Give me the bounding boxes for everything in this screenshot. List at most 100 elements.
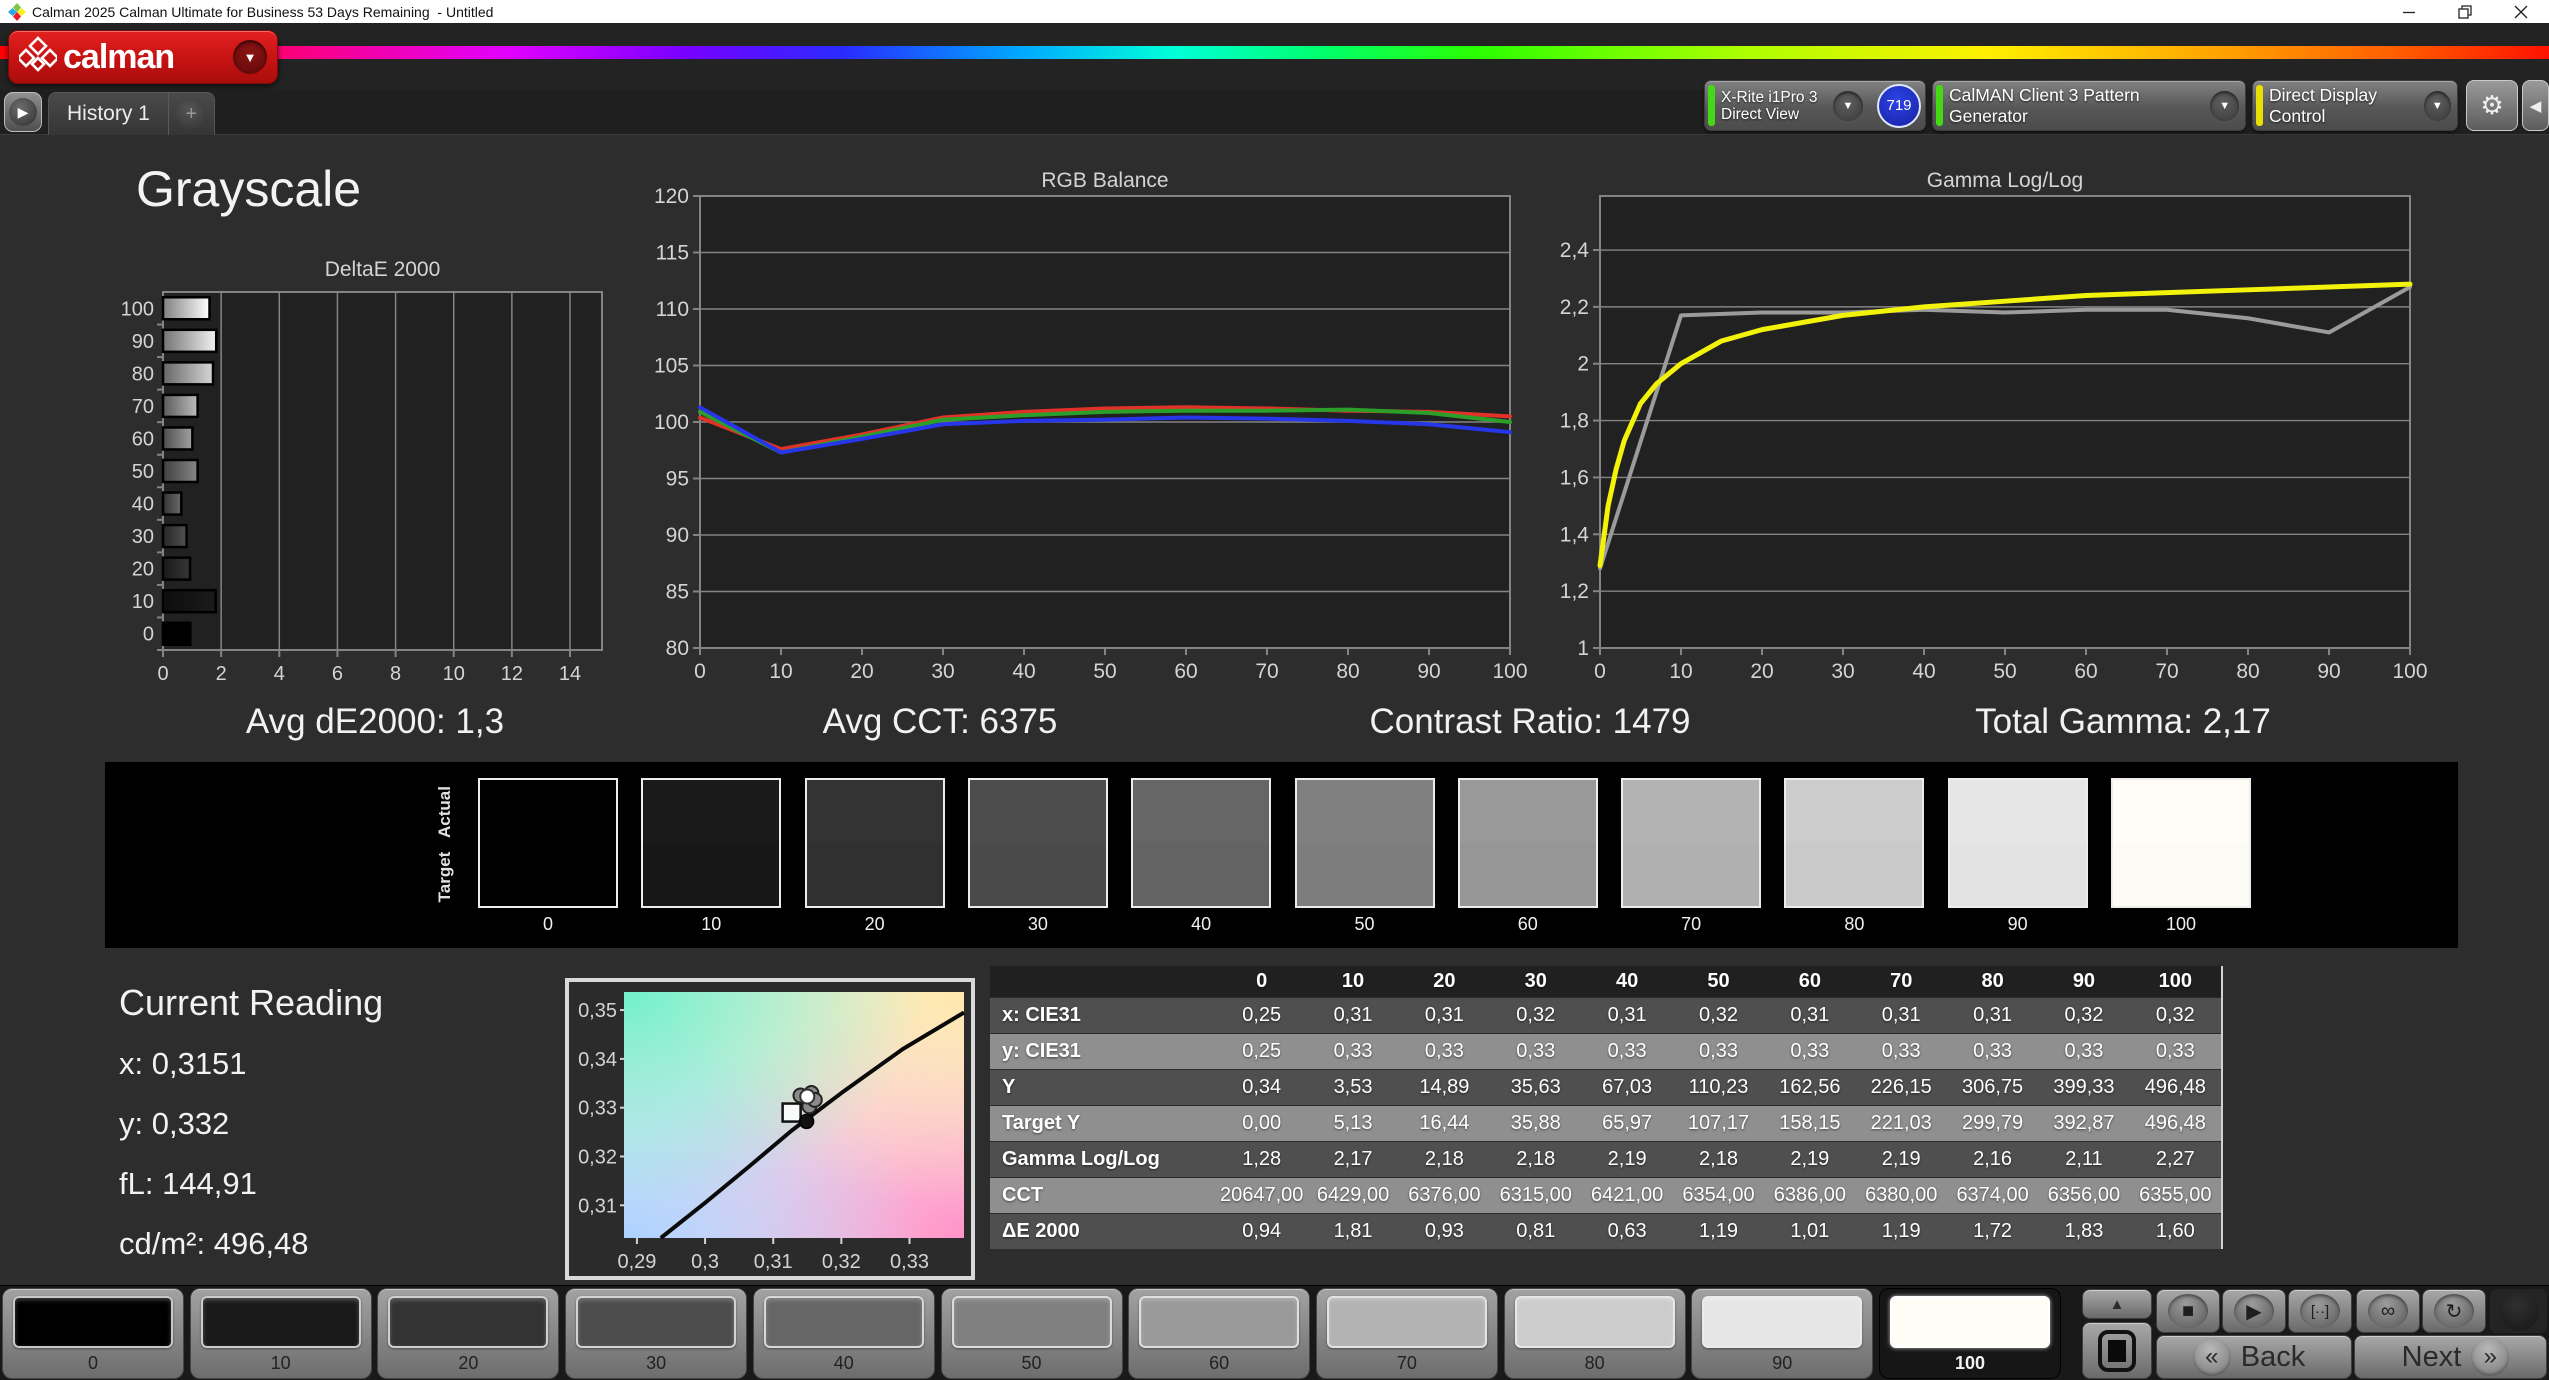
table-cell: 0,63 [1607, 1220, 1647, 1242]
row-label: y: CIE31 [1002, 1040, 1081, 1062]
chevron-down-icon: ▼ [1833, 90, 1863, 121]
svg-text:0,31: 0,31 [754, 1251, 793, 1273]
column-header: 70 [1890, 970, 1913, 992]
next-button[interactable]: Next » [2354, 1335, 2547, 1379]
pattern-level-label: 40 [833, 1353, 854, 1373]
cie-overlay: 0,31 0,32 0,33 0,34 0,35 0,29 0,3 0,31 0,32 0,33 [578, 1000, 966, 1273]
pattern-level-bar: ▲ ■ ▶ [··] ∞ ↻ « Back Next » 0 10 20 30 … [0, 1285, 2549, 1380]
svg-text:0,33: 0,33 [890, 1251, 929, 1273]
pattern-level-button-20[interactable]: 20 [377, 1288, 560, 1379]
swatch-level-label: 70 [1681, 914, 1702, 934]
pattern-swatch [200, 1296, 361, 1348]
table-cell: 35,63 [1510, 1076, 1561, 1098]
pattern-level-button-60[interactable]: 60 [1128, 1288, 1311, 1379]
pattern-level-button-10[interactable]: 10 [189, 1288, 372, 1379]
actual-swatch [1133, 780, 1270, 843]
target-swatch [1623, 843, 1760, 906]
record-indicator-button[interactable] [2490, 1289, 2547, 1333]
continuous-measure-button[interactable]: ∞ [2356, 1289, 2420, 1333]
actual-label: Actual [435, 786, 454, 838]
table-cell: 0,33 [1333, 1040, 1373, 1062]
table-cell: 65,97 [1602, 1112, 1653, 1134]
pattern-level-button-40[interactable]: 40 [752, 1288, 935, 1379]
chevron-down-icon: ▼ [233, 40, 267, 74]
add-tab-button[interactable]: + [167, 93, 214, 135]
svg-text:0,3: 0,3 [691, 1251, 719, 1273]
svg-text:90: 90 [132, 331, 154, 353]
pattern-swatch [576, 1296, 737, 1348]
column-header: 80 [1981, 970, 2004, 992]
back-button[interactable]: « Back [2156, 1335, 2352, 1379]
svg-text:0,33: 0,33 [578, 1098, 617, 1120]
table-row: x: CIE31 0,25 0,31 0,31 0,32 0,31 0,32 0,31 0,31… [990, 997, 2221, 1033]
stat-avg-cct: Avg CCT: 6375 [822, 702, 1058, 741]
svg-text:50: 50 [1093, 660, 1116, 683]
pattern-level-button-80[interactable]: 80 [1503, 1288, 1686, 1379]
pattern-swatch [13, 1296, 173, 1348]
target-label: Target [435, 851, 454, 903]
refresh-icon: ↻ [2434, 1294, 2474, 1328]
table-cell: 0,32 [2155, 1004, 2195, 1026]
table-cell: 0,32 [2064, 1004, 2104, 1026]
actual-swatch [2113, 780, 2249, 843]
close-icon[interactable] [2493, 0, 2549, 23]
svg-text:1: 1 [1577, 637, 1589, 660]
svg-text:RGB Balance: RGB Balance [1041, 169, 1168, 192]
single-measure-button[interactable]: ▶ [2222, 1289, 2286, 1333]
table-cell: 0,94 [1242, 1220, 1282, 1242]
actual-swatch [1786, 780, 1923, 843]
calman-menu-button[interactable]: calman ▼ [8, 30, 278, 84]
svg-text:95: 95 [666, 468, 689, 491]
table-cell: 0,93 [1424, 1220, 1464, 1242]
table-cell: 1,01 [1790, 1220, 1830, 1242]
svg-text:1,2: 1,2 [1560, 580, 1589, 603]
table-cell: 0,33 [1790, 1040, 1830, 1062]
table-cell: 35,88 [1510, 1112, 1561, 1134]
stop-measure-button[interactable]: ■ [2156, 1289, 2220, 1333]
meter-dropdown[interactable]: X-Rite i1Pro 3 Direct View ▼ 719 [1704, 80, 1926, 131]
pattern-swatch [1139, 1296, 1300, 1348]
svg-text:100: 100 [655, 411, 689, 434]
table-cell: 110,23 [1688, 1076, 1749, 1098]
table-cell: 0,00 [1242, 1112, 1282, 1134]
tab-history-1[interactable]: History 1 + [48, 92, 215, 135]
table-cell: 0,34 [1242, 1076, 1282, 1098]
pattern-generator-dropdown[interactable]: CalMAN Client 3 Pattern Generator ▼ [1932, 80, 2246, 131]
pattern-level-button-90[interactable]: 90 [1691, 1288, 1874, 1379]
infinity-icon: ∞ [2368, 1294, 2408, 1328]
chevron-down-icon: ▼ [2210, 90, 2239, 121]
gear-icon: ⚙ [2480, 90, 2504, 120]
collapse-panel-button[interactable]: ◀ [2522, 80, 2549, 131]
minimize-button[interactable] [2381, 0, 2437, 23]
pattern-window-button[interactable] [2082, 1322, 2152, 1379]
double-chevron-left-icon: « [2192, 1338, 2231, 1376]
pattern-level-button-100[interactable]: 100 [1879, 1288, 2061, 1379]
row-label: Y [1002, 1076, 1016, 1098]
pattern-level-button-30[interactable]: 30 [565, 1288, 748, 1379]
svg-text:30: 30 [1831, 660, 1854, 683]
svg-text:0: 0 [157, 663, 168, 685]
display-control-dropdown[interactable]: Direct Display Control ▼ [2252, 80, 2458, 131]
svg-text:0,32: 0,32 [822, 1251, 861, 1273]
chevron-left-icon: ◀ [2529, 97, 2542, 115]
svg-text:105: 105 [655, 355, 689, 378]
restore-button[interactable] [2437, 0, 2493, 23]
stop-icon: ■ [2168, 1294, 2208, 1328]
settings-button[interactable]: ⚙ [2466, 80, 2518, 131]
swatch-level-30 [967, 778, 1108, 908]
loop-measure-button[interactable]: ↻ [2422, 1289, 2486, 1333]
actual-swatch [969, 780, 1106, 843]
svg-text:100: 100 [121, 298, 154, 320]
svg-text:60: 60 [2074, 660, 2097, 683]
pattern-level-button-70[interactable]: 70 [1315, 1288, 1498, 1379]
pattern-window-expand-button[interactable]: ▲ [2082, 1289, 2152, 1319]
table-cell: 3,53 [1333, 1076, 1373, 1098]
table-cell: 2,19 [1881, 1148, 1921, 1170]
history-nav-button[interactable]: ▶ [4, 92, 42, 132]
series-measure-button[interactable]: [··] [2288, 1289, 2352, 1333]
pattern-level-button-50[interactable]: 50 [940, 1288, 1123, 1379]
pattern-level-button-0[interactable]: 0 [2, 1288, 184, 1379]
table-cell: 299,79 [1962, 1112, 2024, 1134]
svg-text:120: 120 [655, 185, 689, 208]
pattern-swatch [1326, 1296, 1487, 1348]
